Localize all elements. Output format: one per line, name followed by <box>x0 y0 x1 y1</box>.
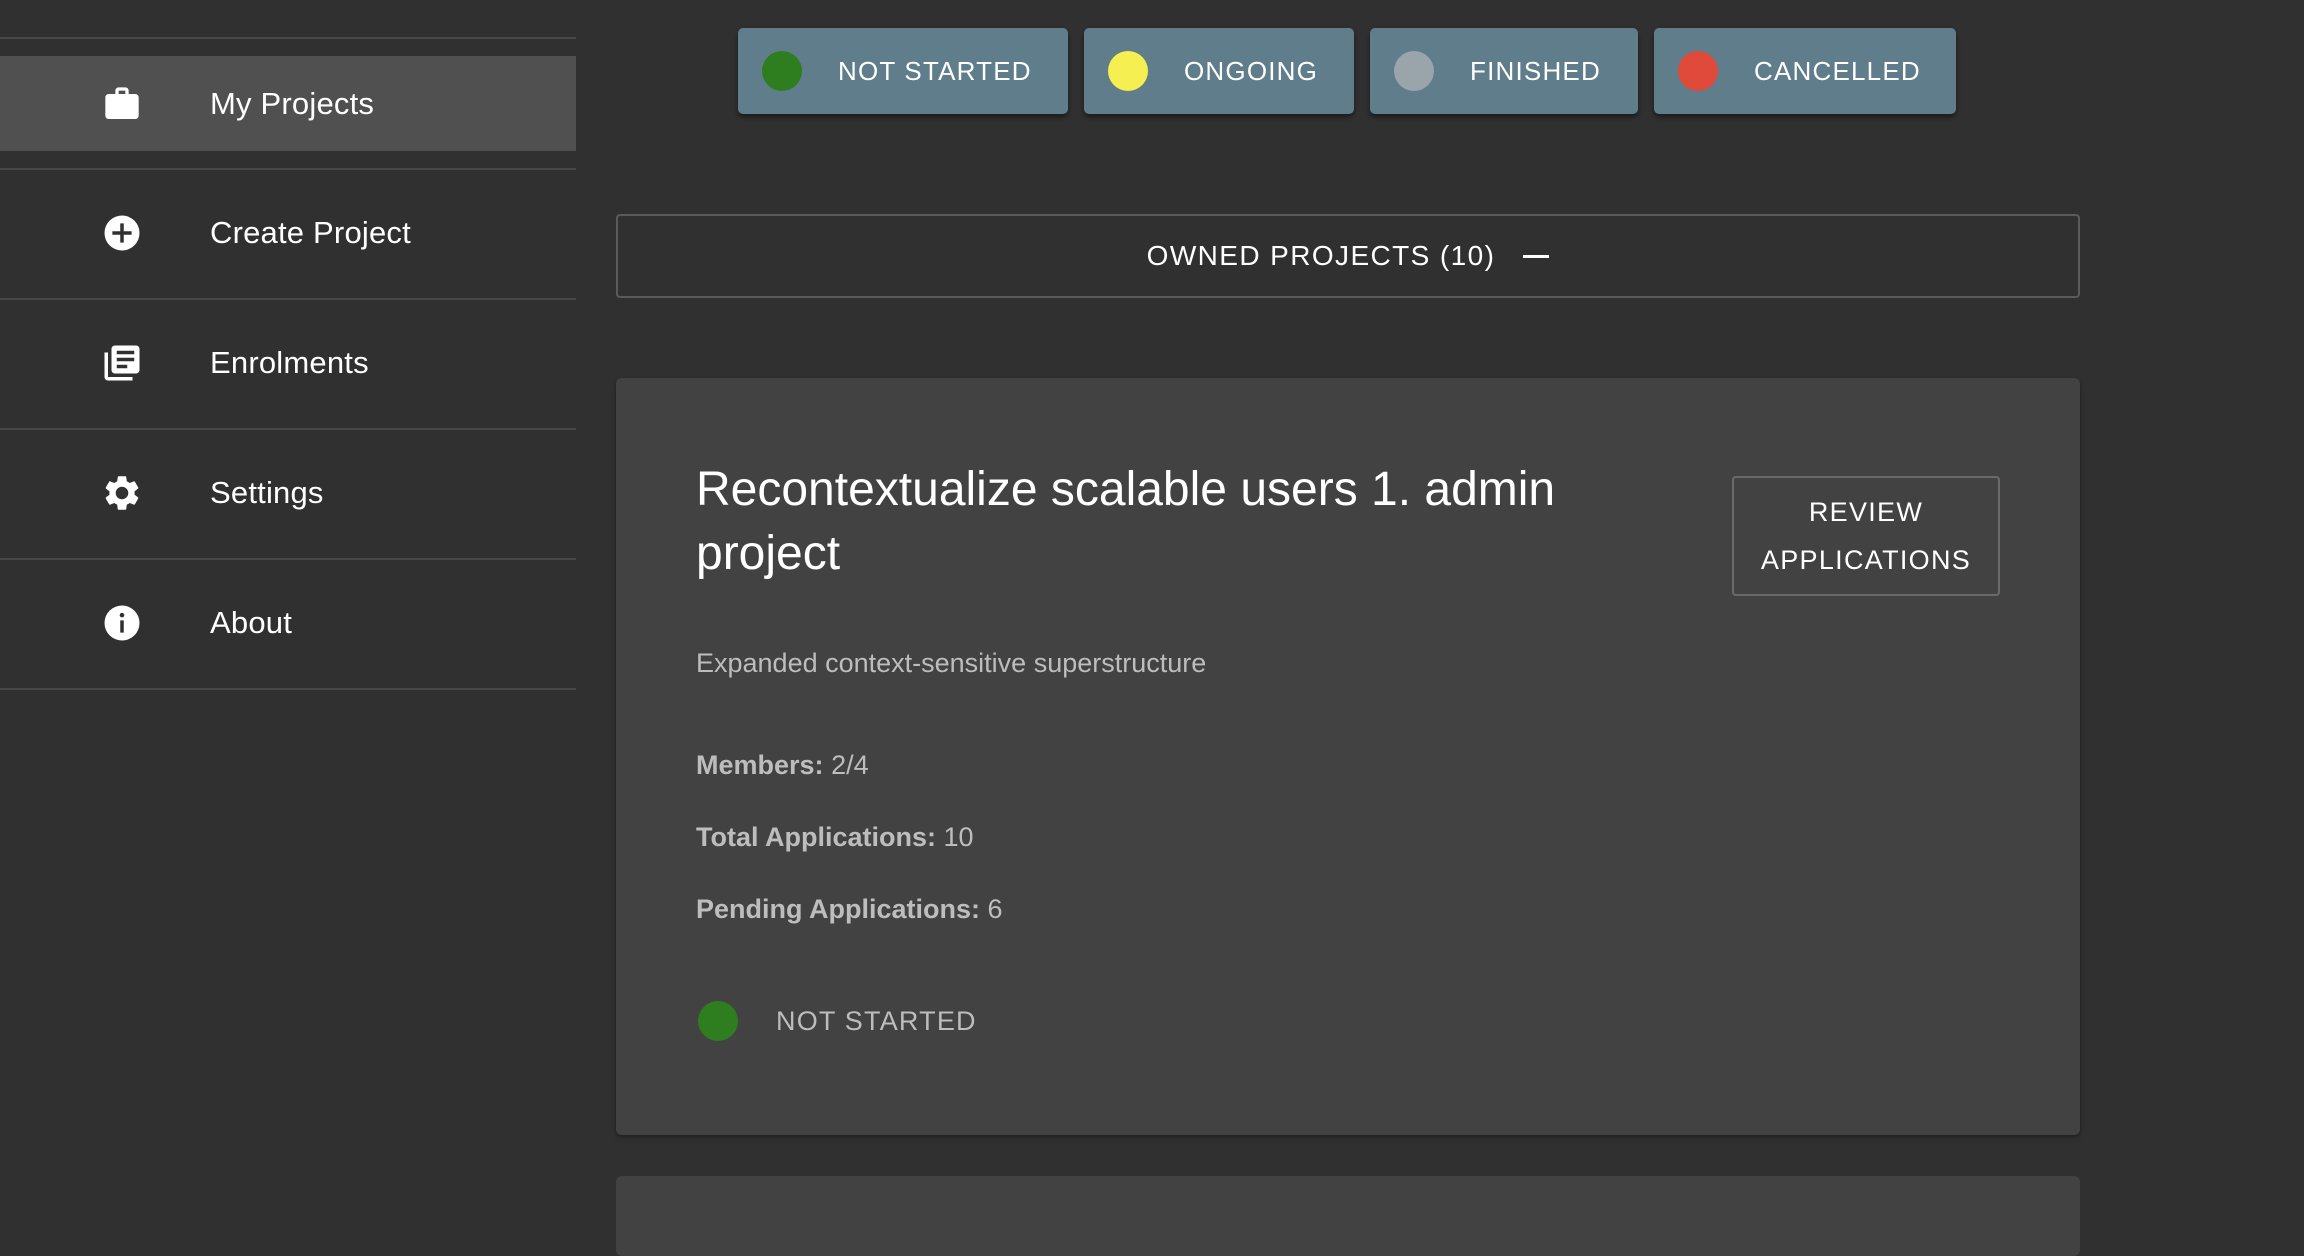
sidebar-item-label: About <box>210 605 293 640</box>
collapse-icon <box>1523 254 1550 258</box>
pending-applications-label: Pending Applications: <box>696 894 981 924</box>
sidebar-item-settings[interactable]: Settings <box>0 446 576 540</box>
sidebar-divider <box>0 558 576 560</box>
sidebar-item-label: My Projects <box>210 85 375 121</box>
pending-applications-stat: Pending Applications: 6 <box>696 894 1003 925</box>
filter-label: CANCELLED <box>1754 55 1921 86</box>
filter-cancelled-button[interactable]: CANCELLED <box>1654 28 1956 114</box>
total-applications-value: 10 <box>943 822 974 852</box>
total-applications-label: Total Applications: <box>696 822 936 852</box>
filter-ongoing-button[interactable]: ONGOING <box>1084 28 1354 114</box>
sidebar: My Projects Create Project Enrolments Se… <box>0 0 576 1246</box>
filter-label: FINISHED <box>1470 55 1601 86</box>
project-card <box>616 1176 2080 1256</box>
owned-projects-toggle-button[interactable]: OWNED PROJECTS (10) <box>616 214 2080 298</box>
status-dot-icon <box>1394 51 1434 91</box>
project-status-label: NOT STARTED <box>776 1006 977 1036</box>
sidebar-item-about[interactable]: About <box>0 576 576 670</box>
status-dot-icon <box>1678 51 1718 91</box>
filter-label: NOT STARTED <box>838 55 1032 86</box>
add-circle-icon <box>100 211 144 255</box>
sidebar-item-label: Create Project <box>210 215 411 250</box>
info-icon <box>100 601 144 645</box>
sidebar-divider <box>0 298 576 300</box>
status-dot-icon <box>698 1001 738 1041</box>
filter-label: ONGOING <box>1184 55 1319 86</box>
library-books-icon <box>100 341 144 385</box>
review-applications-button[interactable]: REVIEW APPLICATIONS <box>1732 476 2000 596</box>
filter-finished-button[interactable]: FINISHED <box>1370 28 1638 114</box>
members-label: Members: <box>696 750 824 780</box>
sidebar-divider <box>0 688 576 690</box>
members-stat: Members: 2/4 <box>696 750 869 781</box>
filter-not-started-button[interactable]: NOT STARTED <box>738 28 1068 114</box>
sidebar-item-label: Settings <box>210 475 324 510</box>
briefcase-icon <box>100 82 144 126</box>
project-description: Expanded context-sensitive superstructur… <box>696 648 1207 678</box>
sidebar-item-create-project[interactable]: Create Project <box>0 186 576 280</box>
sidebar-divider <box>0 428 576 430</box>
project-card: Recontextualize scalable users 1. admin … <box>616 378 2080 1135</box>
project-title: Recontextualize scalable users 1. admin … <box>696 463 1556 580</box>
status-dot-icon <box>1108 51 1148 91</box>
pending-applications-value: 6 <box>987 894 1003 924</box>
status-dot-icon <box>762 51 802 91</box>
sidebar-divider <box>0 37 576 39</box>
owned-projects-label: OWNED PROJECTS (10) <box>1146 240 1496 271</box>
members-value: 2/4 <box>831 750 869 780</box>
sidebar-item-my-projects[interactable]: My Projects <box>0 56 576 151</box>
gear-icon <box>100 471 144 515</box>
sidebar-divider <box>0 168 576 170</box>
sidebar-item-label: Enrolments <box>210 345 369 380</box>
total-applications-stat: Total Applications: 10 <box>696 822 974 853</box>
sidebar-item-enrolments[interactable]: Enrolments <box>0 316 576 410</box>
